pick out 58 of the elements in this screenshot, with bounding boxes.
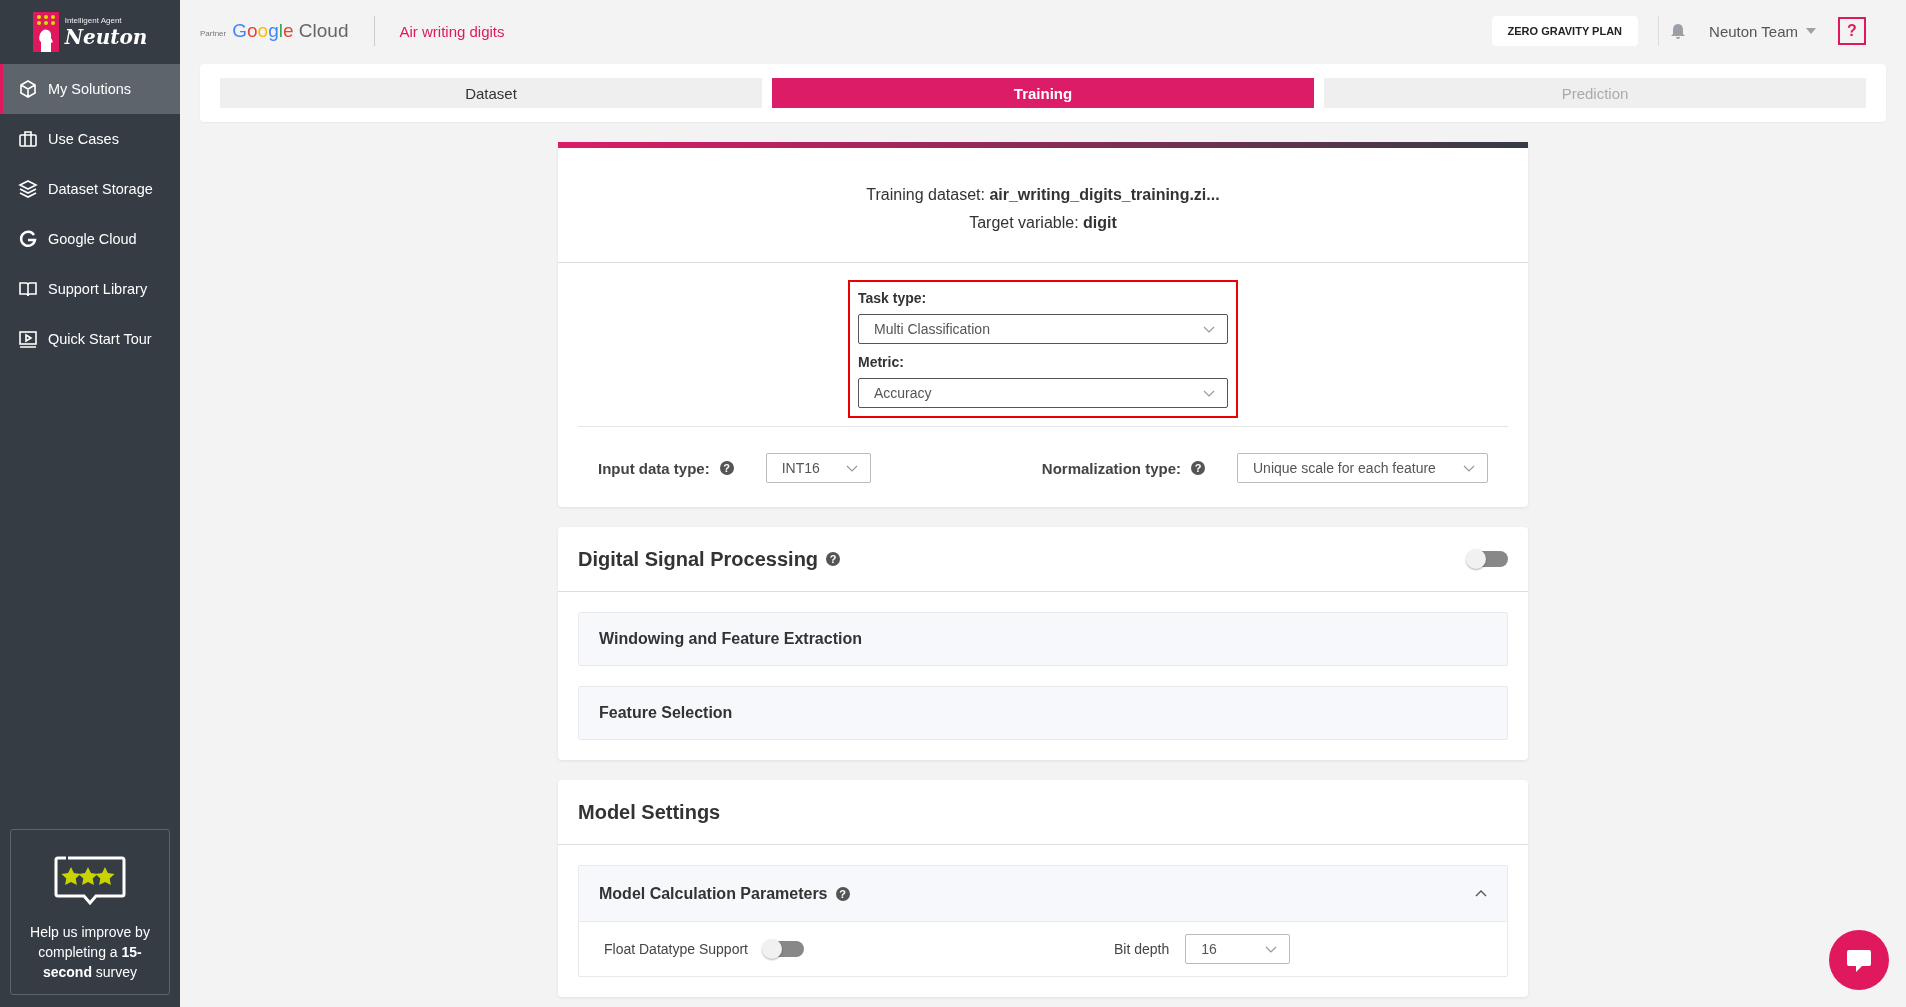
user-menu[interactable]: Neuton Team xyxy=(1703,21,1822,41)
cube-icon xyxy=(18,79,38,99)
help-button[interactable]: ? xyxy=(1838,17,1866,45)
training-dataset-text: Training dataset: air_writing_digits_training.zi... xyxy=(866,186,1220,204)
layers-icon xyxy=(18,179,38,199)
help-icon[interactable]: ? xyxy=(835,886,850,901)
help-icon[interactable]: ? xyxy=(826,552,841,566)
chevron-down-icon xyxy=(1265,945,1278,953)
toggle-switch[interactable] xyxy=(1468,551,1508,567)
play-screen-icon xyxy=(18,329,38,349)
task-type-dropdown[interactable]: Multi Classification xyxy=(858,314,1228,344)
section-title: Model Settings xyxy=(578,800,721,824)
chevron-down-icon xyxy=(1463,464,1475,472)
field-label: Normalization type: xyxy=(1041,459,1181,477)
sidebar-item[interactable]: Support Library xyxy=(0,264,180,314)
field-label: Task type: xyxy=(858,290,928,306)
chevron-down-icon xyxy=(1203,325,1215,333)
normalization-dropdown[interactable]: Unique scale for each feature xyxy=(1237,453,1488,483)
chevron-down-icon xyxy=(1203,389,1215,397)
partner-label: Partner xyxy=(200,28,227,38)
input-type-dropdown[interactable]: INT16 xyxy=(765,453,871,483)
field-label: Metric: xyxy=(858,354,905,370)
accordion-header[interactable]: Windowing and Feature Extraction xyxy=(578,612,1508,666)
help-icon[interactable]: ? xyxy=(719,461,734,475)
accordion-header[interactable]: Model Calculation Parameters ? xyxy=(579,866,1507,922)
sidebar-item[interactable]: Dataset Storage xyxy=(0,164,180,214)
survey-card[interactable]: Help us improve by completing a 15-second survey xyxy=(10,829,170,995)
letter-g-icon xyxy=(18,229,38,249)
toggle-switch[interactable] xyxy=(764,941,804,957)
plan-button[interactable]: ZERO GRAVITY PLAN xyxy=(1491,16,1639,46)
caret-icon xyxy=(1806,28,1816,34)
metric-dropdown[interactable]: Accuracy xyxy=(858,378,1228,408)
help-icon[interactable]: ? xyxy=(1191,461,1205,475)
logo-name: Neuton xyxy=(64,24,148,49)
field-label: Input data type: xyxy=(598,459,710,477)
survey-text: Help us improve by completing a 15-second survey xyxy=(29,923,151,982)
solution-title: Air writing digits xyxy=(399,22,505,40)
bell-icon[interactable] xyxy=(1671,23,1686,39)
step-tab[interactable]: Training xyxy=(772,78,1314,108)
accordion-header[interactable]: Feature Selection xyxy=(578,686,1508,740)
rating-bubble-icon xyxy=(54,856,126,906)
field-label: Float Datatype Support xyxy=(604,941,748,957)
field-label: Bit depth xyxy=(1114,941,1170,957)
briefcase-icon xyxy=(18,129,38,149)
sidebar-item[interactable]: My Solutions xyxy=(0,64,180,114)
section-title: Digital Signal Processing xyxy=(578,547,819,571)
logo-tagline: Intelligent Agent xyxy=(64,15,123,25)
bit-depth-dropdown[interactable]: 16 xyxy=(1185,934,1291,964)
sidebar-item[interactable]: Use Cases xyxy=(0,114,180,164)
chevron-down-icon xyxy=(845,464,858,472)
chat-button[interactable] xyxy=(1829,930,1889,990)
partner-logo: Google Cloud xyxy=(232,20,349,42)
book-icon xyxy=(18,279,38,299)
sidebar-item[interactable]: Google Cloud xyxy=(0,214,180,264)
sidebar-item[interactable]: Quick Start Tour xyxy=(0,314,180,364)
logo-icon xyxy=(32,12,59,52)
target-variable-text: Target variable: digit xyxy=(969,214,1117,232)
step-tab[interactable]: Dataset xyxy=(220,78,762,108)
